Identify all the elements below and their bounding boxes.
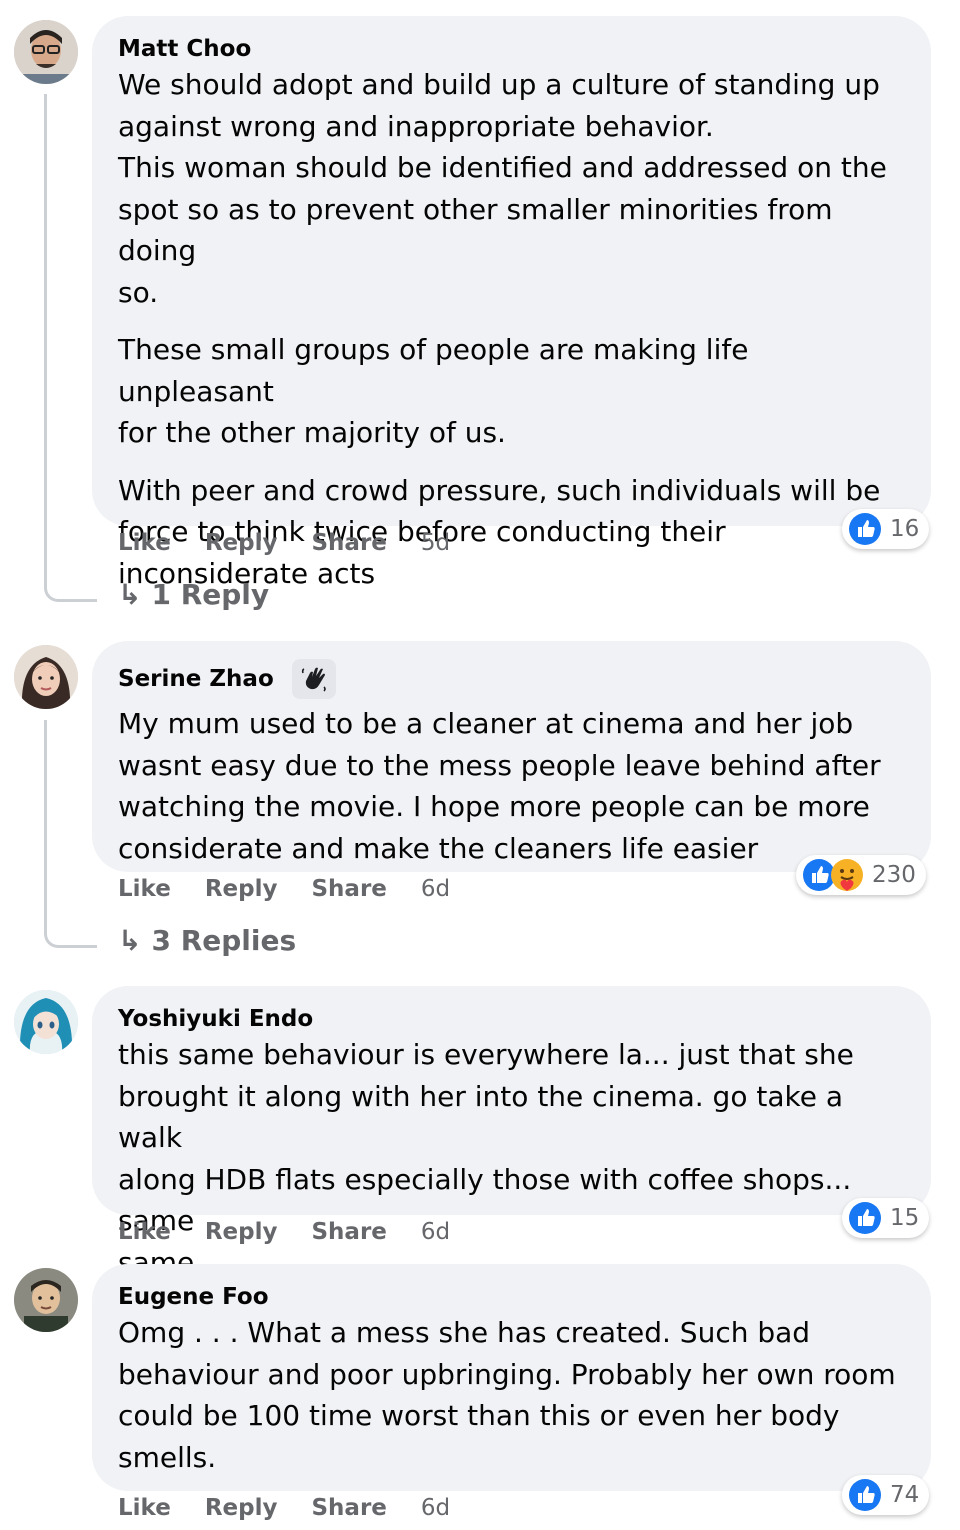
comment-age[interactable]: 5d	[421, 530, 450, 556]
comment-actions: Like Reply Share 5d	[118, 530, 484, 556]
reaction-count: 74	[890, 1482, 920, 1508]
avatar[interactable]	[14, 990, 78, 1054]
waving-hand-icon	[291, 659, 336, 699]
reply-button[interactable]: Reply	[205, 1495, 278, 1521]
reaction-summary[interactable]: 230	[796, 855, 926, 895]
comment-text: My mum used to be a cleaner at cinema an…	[118, 707, 881, 865]
share-button[interactable]: Share	[311, 530, 386, 556]
comment-age[interactable]: 6d	[421, 1219, 450, 1245]
replies-label: 3 Replies	[151, 924, 297, 957]
care-icon	[831, 859, 863, 891]
comment-text: this same behaviour is everywhere la... …	[118, 1038, 854, 1279]
comment-actions: Like Reply Share 6d	[118, 876, 484, 902]
like-button[interactable]: Like	[118, 1219, 171, 1245]
avatar[interactable]	[14, 1268, 78, 1332]
comment-age[interactable]: 6d	[421, 876, 450, 902]
comment-bubble: Yoshiyuki Endo this same behaviour is ev…	[92, 986, 931, 1279]
comment-bubble: Eugene Foo Omg . . . What a mess she has…	[92, 1264, 931, 1491]
avatar[interactable]	[14, 645, 78, 709]
like-icon	[849, 1479, 881, 1511]
avatar-image	[14, 20, 78, 84]
avatar[interactable]	[14, 20, 78, 84]
share-button[interactable]: Share	[311, 1495, 386, 1521]
avatar-image	[14, 645, 78, 709]
reaction-summary[interactable]: 16	[842, 509, 930, 549]
avatar-image	[14, 990, 78, 1054]
like-icon	[849, 513, 881, 545]
reply-button[interactable]: Reply	[205, 876, 278, 902]
comment-age[interactable]: 6d	[421, 1495, 450, 1521]
comment-actions: Like Reply Share 6d	[118, 1219, 484, 1245]
replies-label: 1 Reply	[151, 578, 270, 611]
reaction-count: 230	[872, 862, 916, 888]
thread-line	[44, 720, 97, 948]
avatar-image	[14, 1268, 78, 1332]
reaction-count: 15	[890, 1205, 920, 1231]
view-replies-button[interactable]: ↳ 1 Reply	[118, 578, 269, 611]
share-button[interactable]: Share	[311, 876, 386, 902]
comment-author[interactable]: Serine Zhao	[118, 664, 274, 694]
author-row: Serine Zhao	[118, 659, 907, 699]
share-button[interactable]: Share	[311, 1219, 386, 1245]
comment-author[interactable]: Matt Choo	[118, 34, 907, 64]
reply-arrow-icon: ↳	[118, 924, 142, 957]
comment-author[interactable]: Yoshiyuki Endo	[118, 1004, 907, 1034]
comment-actions: Like Reply Share 6d	[118, 1495, 484, 1521]
like-button[interactable]: Like	[118, 1495, 171, 1521]
reply-button[interactable]: Reply	[205, 530, 278, 556]
like-icon	[849, 1202, 881, 1234]
view-replies-button[interactable]: ↳ 3 Replies	[118, 924, 296, 957]
thread-line	[44, 94, 97, 602]
reaction-summary[interactable]: 74	[842, 1475, 930, 1515]
like-button[interactable]: Like	[118, 530, 171, 556]
comment-bubble: Serine Zhao My mum used to be a cleaner …	[92, 641, 931, 872]
reply-arrow-icon: ↳	[118, 578, 142, 611]
reaction-summary[interactable]: 15	[842, 1198, 930, 1238]
reply-button[interactable]: Reply	[205, 1219, 278, 1245]
reaction-count: 16	[890, 516, 920, 542]
comment-text: These small groups of people are making …	[118, 333, 749, 449]
comment-author[interactable]: Eugene Foo	[118, 1282, 907, 1312]
comment-bubble: Matt Choo We should adopt and build up a…	[92, 16, 931, 590]
comment-text: Omg . . . What a mess she has created. S…	[118, 1316, 896, 1474]
comment-text: We should adopt and build up a culture o…	[118, 68, 887, 309]
like-button[interactable]: Like	[118, 876, 171, 902]
